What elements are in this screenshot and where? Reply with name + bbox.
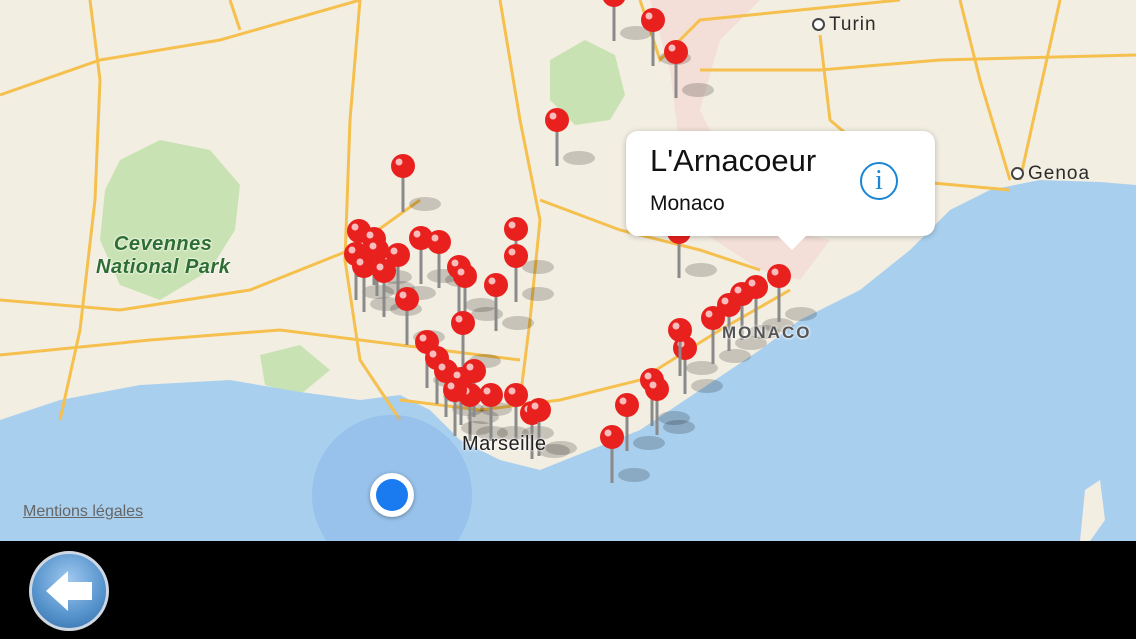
legal-notice-link[interactable]: Mentions légales bbox=[23, 503, 143, 521]
city-dot-icon bbox=[812, 18, 825, 32]
park-label-line: National Park bbox=[96, 256, 231, 278]
callout-tail bbox=[776, 234, 808, 250]
bottom-toolbar bbox=[0, 541, 1136, 639]
city-name: Turin bbox=[829, 14, 877, 35]
park-label: Cevennes National Park bbox=[96, 233, 230, 279]
map-view[interactable]: Turin Genoa Cevennes National Park MONAC… bbox=[0, 0, 1136, 541]
city-label-genoa: Genoa bbox=[1011, 163, 1090, 185]
back-button[interactable] bbox=[29, 551, 109, 631]
arrow-left-icon bbox=[46, 571, 92, 611]
user-location-marker[interactable] bbox=[370, 473, 414, 517]
park-label-line: Cevennes bbox=[113, 233, 213, 255]
city-label-turin: Turin bbox=[812, 14, 877, 36]
region-label-monaco: MONACO bbox=[722, 323, 812, 342]
city-dot-icon bbox=[1011, 167, 1024, 181]
city-name: Genoa bbox=[1028, 163, 1091, 184]
city-label-marseille: Marseille bbox=[462, 433, 547, 455]
map-pin[interactable] bbox=[504, 244, 554, 302]
map-pin[interactable] bbox=[391, 154, 441, 212]
callout-subtitle: Monaco bbox=[650, 192, 725, 215]
user-location-dot-icon bbox=[376, 479, 408, 511]
callout-title: L'Arnacoeur bbox=[650, 143, 817, 178]
info-icon[interactable]: i bbox=[860, 162, 898, 200]
